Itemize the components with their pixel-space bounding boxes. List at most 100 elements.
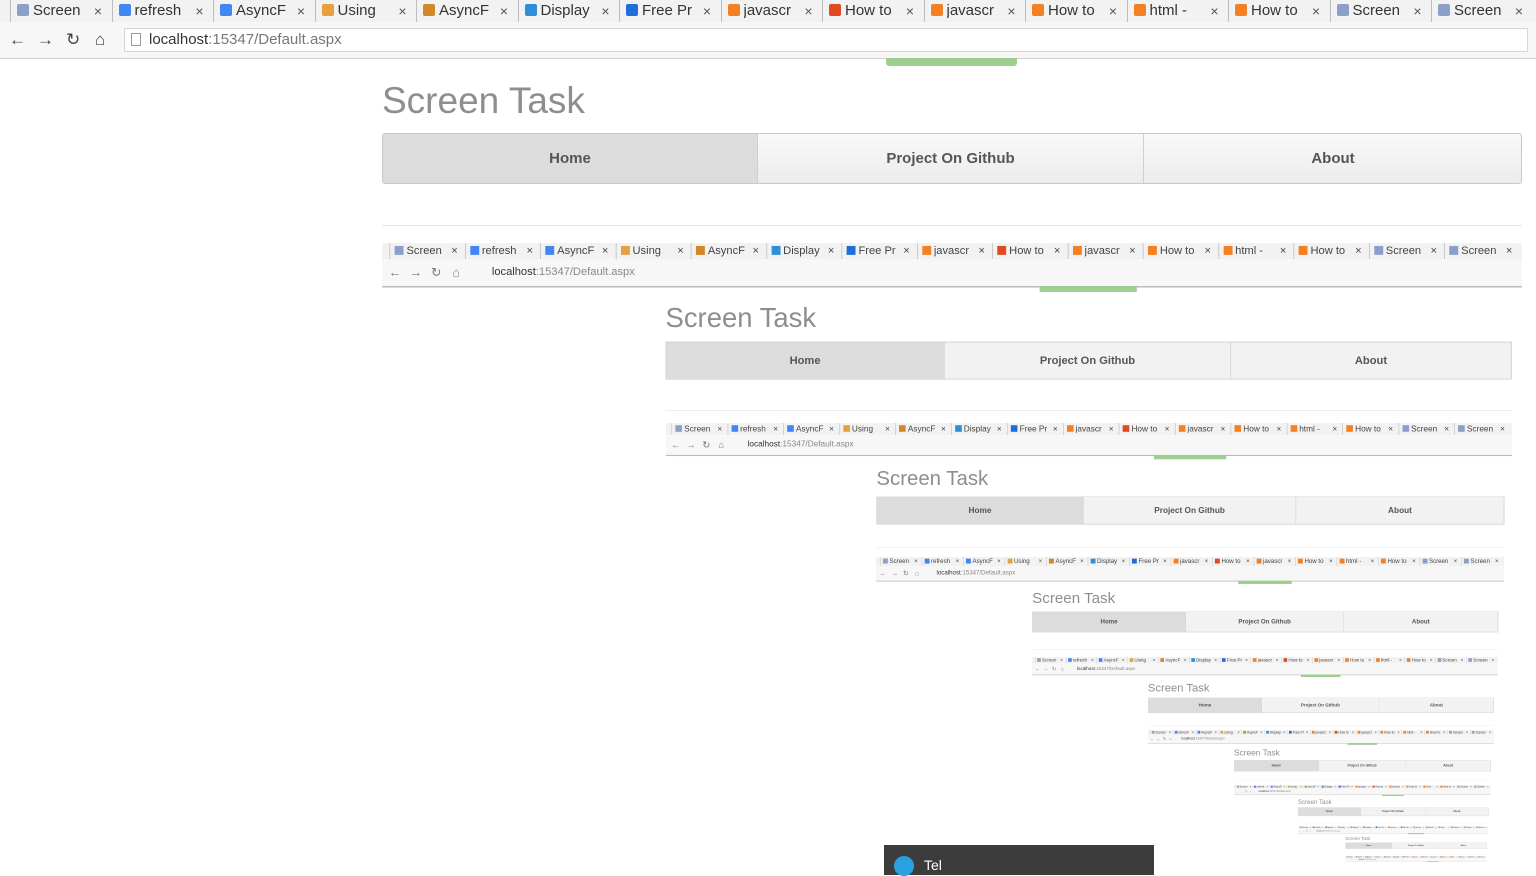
captured-progress <box>1382 795 1404 796</box>
page-icon <box>883 559 888 564</box>
menu-home[interactable]: Home <box>383 134 758 183</box>
captured-tab-label: AsyncF <box>708 243 747 259</box>
page-icon <box>675 426 682 433</box>
close-icon: × <box>1453 557 1457 566</box>
browser-tab[interactable]: javascr × <box>924 0 1024 22</box>
notification-toast[interactable]: Tel <box>884 845 1154 875</box>
home-icon[interactable]: ⌂ <box>95 30 105 50</box>
captured-tab: Screen× <box>1454 423 1509 435</box>
close-icon[interactable]: × <box>1210 0 1218 22</box>
close-icon[interactable]: × <box>1007 0 1015 22</box>
captured-tab: refresh× <box>727 423 782 435</box>
captured-tab: Screen× <box>671 423 726 435</box>
close-icon[interactable]: × <box>297 0 305 22</box>
menu-project-on-github[interactable]: Project On Github <box>758 134 1144 183</box>
captured-tab-label: AsyncF <box>907 423 936 435</box>
close-icon[interactable]: × <box>804 0 812 22</box>
captured-url-path: :15347/Default.aspx <box>1195 737 1225 741</box>
stackoverflow-icon <box>1380 731 1383 734</box>
browser-tab[interactable]: Screen× <box>1330 0 1430 22</box>
close-icon: × <box>903 243 910 259</box>
captured-tab-label: AsyncF <box>557 243 596 259</box>
close-icon: × <box>1184 657 1187 664</box>
reload-icon[interactable]: ↻ <box>66 30 80 50</box>
browser-tab[interactable]: Screen× <box>1431 0 1531 22</box>
captured-tab-label: javascr <box>1319 657 1335 664</box>
browser-tab[interactable]: How to× <box>822 0 922 22</box>
close-icon[interactable]: × <box>703 0 711 22</box>
close-icon[interactable]: × <box>1312 0 1320 22</box>
site-icon <box>1007 559 1012 564</box>
stackoverflow-icon <box>1426 731 1429 734</box>
captured-progress <box>1154 455 1226 459</box>
address-toolbar: ← → ↻ ⌂ localhost:15347/Default.aspx <box>0 22 1536 59</box>
close-icon[interactable]: × <box>500 0 508 22</box>
captured-menu-item: About <box>1440 842 1487 848</box>
close-icon[interactable]: × <box>398 0 406 22</box>
close-icon: × <box>1388 423 1393 435</box>
stackoverflow-icon <box>1256 559 1261 564</box>
captured-tab-label: How to <box>1160 243 1199 259</box>
browser-tab[interactable]: Display× <box>518 0 618 22</box>
back-icon: ← <box>880 569 887 577</box>
close-icon[interactable]: × <box>1515 0 1523 22</box>
close-icon: × <box>753 243 760 259</box>
browser-tab[interactable]: How to× <box>1025 0 1125 22</box>
captured-menu-item: Project On Github <box>1186 612 1344 632</box>
browser-tab[interactable]: Free Pr× <box>619 0 719 22</box>
forward-icon[interactable]: → <box>37 30 54 50</box>
captured-menu: HomeProject On GithubAbout <box>1032 612 1498 633</box>
captured-url: localhost:15347/Default.aspx <box>1313 829 1340 831</box>
browser-tab[interactable]: refresh× <box>112 0 212 22</box>
close-icon[interactable]: × <box>906 0 914 22</box>
close-icon: × <box>1307 657 1310 664</box>
url-field[interactable]: localhost:15347/Default.aspx <box>124 28 1528 52</box>
captured-tab: refresh× <box>465 243 539 259</box>
page-icon <box>1337 4 1349 16</box>
captured-tab: AsyncF× <box>783 423 838 435</box>
close-icon: × <box>451 243 458 259</box>
close-icon[interactable]: × <box>1413 0 1421 22</box>
close-icon: × <box>914 557 918 566</box>
forward-icon: → <box>1302 829 1304 831</box>
browser-tab[interactable]: AsyncF× <box>416 0 516 22</box>
close-icon: × <box>956 557 960 566</box>
asp-icon <box>771 246 780 255</box>
close-icon: × <box>997 557 1001 566</box>
captured-tab-label: javascr <box>1263 557 1284 566</box>
captured-address-toolbar: ←→↻⌂localhost:15347/Default.aspx <box>666 435 1512 456</box>
google-icon <box>1175 731 1178 734</box>
stackoverflow-icon <box>922 246 931 255</box>
browser-tab[interactable]: AsyncF× <box>213 0 313 22</box>
browser-tab[interactable]: How to× <box>1228 0 1328 22</box>
captured-tab-label: refresh <box>740 423 769 435</box>
browser-tab[interactable]: javascr× <box>721 0 821 22</box>
close-icon: × <box>1091 657 1094 664</box>
captured-tab-label: Screen <box>406 243 445 259</box>
page-icon <box>131 33 141 46</box>
browser-tab[interactable]: Screen × <box>10 0 110 22</box>
browser-tab[interactable]: html -× <box>1127 0 1227 22</box>
tab-label: javascr <box>947 0 999 22</box>
back-icon: ← <box>1236 790 1239 793</box>
captured-url-host: localhost <box>747 440 780 449</box>
back-icon[interactable]: ← <box>9 30 26 50</box>
close-icon[interactable]: × <box>1109 0 1117 22</box>
site-icon <box>1289 731 1292 734</box>
captured-url-path: :15347/Default.aspx <box>1269 790 1291 793</box>
page-icon <box>1458 426 1465 433</box>
stackoverflow-icon <box>1381 559 1386 564</box>
captured-menu-item: Home <box>1148 697 1262 712</box>
tab-label: Screen <box>33 0 85 22</box>
close-icon[interactable]: × <box>195 0 203 22</box>
captured-progress <box>1238 581 1292 584</box>
close-icon: × <box>1039 557 1043 566</box>
menu-about[interactable]: About <box>1144 134 1522 183</box>
captured-tab-label: Display <box>963 423 992 435</box>
home-icon: ⌂ <box>1169 737 1171 742</box>
browser-tab[interactable]: Using× <box>315 0 415 22</box>
captured-tab: Screen× <box>1369 243 1443 259</box>
page-icon <box>1472 731 1475 734</box>
close-icon[interactable]: × <box>94 0 102 22</box>
close-icon[interactable]: × <box>601 0 609 22</box>
